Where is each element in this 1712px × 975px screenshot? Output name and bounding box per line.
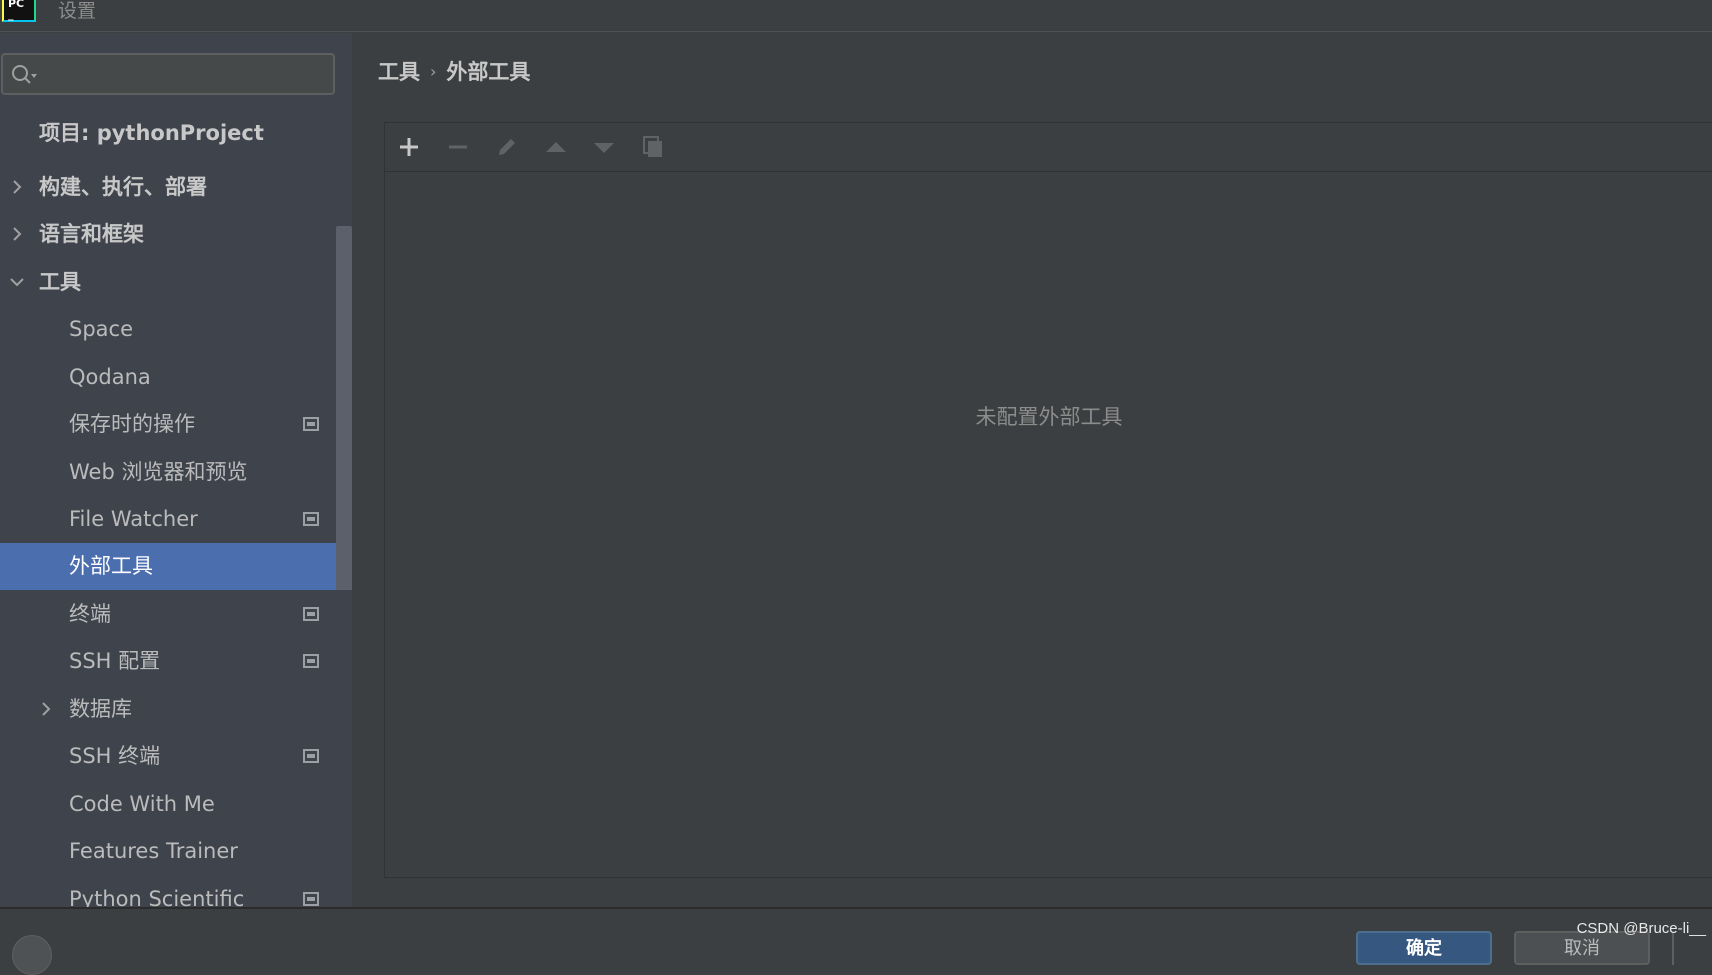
sidebar-item-code-with-me[interactable]: Code With Me: [0, 781, 336, 828]
project-level-icon: [303, 512, 319, 526]
sidebar-item-label: SSH 终端: [69, 744, 161, 768]
sidebar-item-tools[interactable]: 工具: [0, 259, 336, 306]
sidebar-item-label: File Watcher: [69, 507, 198, 531]
sidebar-item-file-watcher[interactable]: File Watcher: [0, 496, 336, 543]
chevron-right-icon[interactable]: [9, 179, 25, 195]
sidebar-item-actions-on-save[interactable]: 保存时的操作: [0, 401, 336, 448]
search-input[interactable]: [43, 59, 327, 91]
project-level-icon: [303, 417, 319, 431]
edit-icon[interactable]: [495, 135, 519, 159]
sidebar-item-space[interactable]: Space: [0, 306, 336, 353]
sidebar-item-external-tools[interactable]: 外部工具: [0, 543, 352, 590]
sidebar-scrollbar[interactable]: [336, 226, 352, 590]
sidebar-item-label: 保存时的操作: [69, 412, 195, 436]
sidebar-item-label: SSH 配置: [69, 649, 161, 673]
sidebar-item-features-trainer[interactable]: Features Trainer: [0, 828, 336, 875]
sidebar-item-label: 外部工具: [69, 554, 153, 578]
chevron-down-icon[interactable]: [9, 274, 25, 290]
sidebar-item-label: Code With Me: [69, 792, 215, 816]
project-level-icon: [303, 892, 319, 906]
sidebar-item-project[interactable]: 项目: pythonProject: [0, 110, 336, 157]
sidebar-item-label: Space: [69, 317, 133, 341]
sidebar-item-languages[interactable]: 语言和框架: [0, 211, 336, 258]
move-down-icon[interactable]: [592, 135, 616, 159]
sidebar-item-database[interactable]: 数据库: [0, 686, 336, 733]
copy-icon[interactable]: [641, 135, 665, 159]
help-button[interactable]: [12, 935, 52, 975]
sidebar-item-ssh-config[interactable]: SSH 配置: [0, 638, 336, 685]
sidebar-item-label: Qodana: [69, 365, 151, 389]
search-icon[interactable]: [11, 64, 39, 86]
sidebar-item-label: 工具: [39, 270, 81, 294]
sidebar-item-terminal[interactable]: 终端: [0, 591, 336, 638]
watermark-text: CSDN @Bruce-li__: [1576, 920, 1706, 937]
settings-sidebar: 项目: pythonProject 构建、执行、部署 语言和框架 工具 Spac…: [0, 33, 352, 907]
breadcrumb-parent[interactable]: 工具: [378, 60, 420, 84]
project-level-icon: [303, 607, 319, 621]
sidebar-item-web-browsers[interactable]: Web 浏览器和预览: [0, 449, 336, 496]
project-level-icon: [303, 654, 319, 668]
sidebar-item-label: Features Trainer: [69, 839, 238, 863]
settings-search[interactable]: [1, 53, 335, 95]
breadcrumb: 工具 › 外部工具: [378, 56, 530, 86]
sidebar-item-qodana[interactable]: Qodana: [0, 354, 336, 401]
title-bar: PC _ 设置: [0, 0, 1712, 32]
window-title: 设置: [58, 0, 97, 22]
breadcrumb-separator: ›: [430, 62, 437, 81]
sidebar-item-build[interactable]: 构建、执行、部署: [0, 164, 336, 211]
sidebar-item-label: 终端: [69, 602, 111, 626]
sidebar-item-label: 项目: pythonProject: [39, 121, 264, 145]
tools-toolbar: [385, 123, 1712, 172]
chevron-right-icon[interactable]: [9, 226, 25, 242]
breadcrumb-current: 外部工具: [446, 60, 531, 84]
chevron-right-icon[interactable]: [38, 701, 54, 717]
project-level-icon: [303, 749, 319, 763]
move-up-icon[interactable]: [544, 135, 568, 159]
dialog-footer: 确定 取消: [0, 907, 1712, 975]
sidebar-item-label: 数据库: [69, 697, 132, 721]
sidebar-item-ssh-terminal[interactable]: SSH 终端: [0, 733, 336, 780]
add-icon[interactable]: [397, 135, 421, 159]
sidebar-item-label: 构建、执行、部署: [39, 175, 207, 199]
remove-icon[interactable]: [446, 135, 470, 159]
empty-state-text: 未配置外部工具: [975, 405, 1123, 429]
sidebar-item-label: Python Scientific: [69, 887, 245, 907]
pycharm-logo-icon: PC _: [2, 0, 36, 22]
external-tools-panel: 未配置外部工具: [384, 122, 1712, 878]
sidebar-item-label: Web 浏览器和预览: [69, 460, 248, 484]
ok-button[interactable]: 确定: [1356, 931, 1492, 965]
sidebar-item-label: 语言和框架: [39, 222, 144, 246]
sidebar-item-python-scientific[interactable]: Python Scientific: [0, 876, 336, 907]
